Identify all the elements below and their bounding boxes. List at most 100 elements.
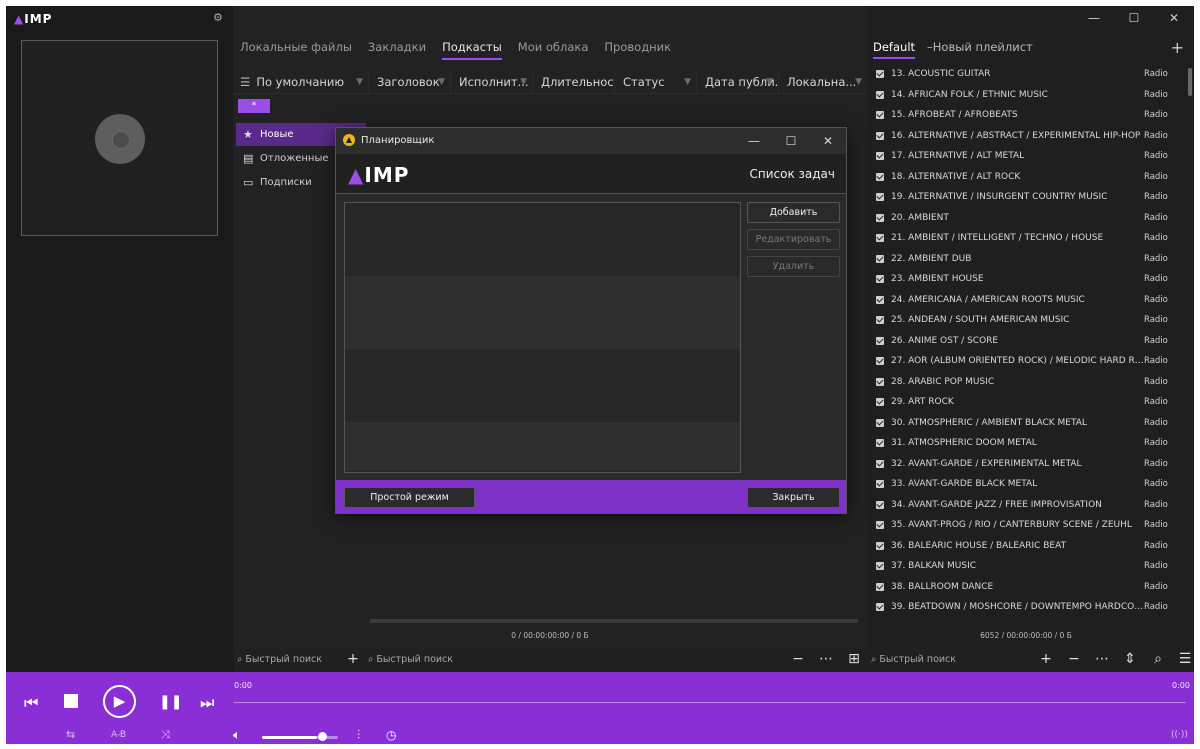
delete-task-button[interactable]: Удалить bbox=[747, 256, 840, 277]
filter-chip[interactable]: * bbox=[238, 99, 270, 113]
maximize-button[interactable]: ☐ bbox=[776, 131, 806, 151]
checkbox-icon[interactable] bbox=[876, 336, 884, 345]
search-input-list[interactable]: ⌕ Быстрый поиск bbox=[368, 654, 453, 665]
checkbox-icon[interactable] bbox=[876, 111, 884, 120]
playlist-item[interactable]: 20. AMBIENT Radio bbox=[867, 208, 1185, 229]
simple-mode-button[interactable]: Простой режим bbox=[344, 487, 475, 508]
grouping-preset-select[interactable]: ☰ По умолчанию ▼ bbox=[233, 69, 369, 94]
checkbox-icon[interactable] bbox=[876, 131, 884, 140]
more-icon[interactable]: ⋯ bbox=[1094, 651, 1110, 667]
playlist-item[interactable]: 23. AMBIENT HOUSE Radio bbox=[867, 269, 1185, 290]
volume-knob[interactable] bbox=[318, 732, 327, 741]
playlist-item[interactable]: 25. ANDEAN / SOUTH AMERICAN MUSIC Radio bbox=[867, 310, 1185, 331]
checkbox-icon[interactable] bbox=[876, 521, 884, 530]
remove-button[interactable]: − bbox=[790, 651, 806, 667]
close-button[interactable]: ✕ bbox=[1154, 6, 1194, 30]
checkbox-icon[interactable] bbox=[876, 234, 884, 243]
checkbox-icon[interactable] bbox=[876, 90, 884, 99]
column-duration[interactable]: Длительность bbox=[533, 69, 615, 94]
column-local[interactable]: Локальна... ▼ bbox=[779, 70, 867, 94]
playlist-item[interactable]: 24. AMERICANA / AMERICAN ROOTS MUSIC Radi… bbox=[867, 290, 1185, 311]
playlist-item[interactable]: 37. BALKAN MUSIC Radio bbox=[867, 556, 1185, 577]
playlist-item[interactable]: 18. ALTERNATIVE / ALT ROCK Radio bbox=[867, 167, 1185, 188]
remove-button[interactable]: − bbox=[1066, 651, 1082, 667]
menu-icon[interactable]: ☰ bbox=[1177, 651, 1193, 667]
playlist-item[interactable]: 39. BEATDOWN / MOSHCORE / DOWNTEMPO HARD… bbox=[867, 597, 1185, 618]
search-input-library[interactable]: ⌕ Быстрый поиск bbox=[237, 654, 322, 665]
checkbox-icon[interactable] bbox=[876, 377, 884, 386]
playlist-item[interactable]: 16. ALTERNATIVE / ABSTRACT / EXPERIMENTA… bbox=[867, 126, 1185, 147]
playlist-item[interactable]: 27. AOR (ALBUM ORIENTED ROCK) / MELODIC … bbox=[867, 351, 1185, 372]
more-icon[interactable]: ⋯ bbox=[818, 651, 834, 667]
column-artist[interactable]: Исполнит... ▼ bbox=[451, 69, 533, 94]
equalizer-icon[interactable]: ⫶ bbox=[357, 728, 360, 743]
playlist-item[interactable]: 15. AFROBEAT / AFROBEATS Radio bbox=[867, 105, 1185, 126]
horizontal-scrollbar[interactable] bbox=[370, 619, 858, 623]
filter-icon[interactable]: ▼ bbox=[438, 70, 445, 94]
maximize-button[interactable]: ☐ bbox=[1114, 6, 1154, 30]
minimize-button[interactable]: — bbox=[739, 131, 769, 151]
playlist-item[interactable]: 21. AMBIENT / INTELLIGENT / TECHNO / HOU… bbox=[867, 228, 1185, 249]
edit-task-button[interactable]: Редактировать bbox=[747, 229, 840, 250]
add-playlist-button[interactable]: + bbox=[1171, 38, 1184, 57]
playlist-item[interactable]: 32. AVANT-GARDE / EXPERIMENTAL METAL Radi… bbox=[867, 454, 1185, 475]
playlist-item[interactable]: 30. ATMOSPHERIC / AMBIENT BLACK METAL Rad… bbox=[867, 413, 1185, 434]
ab-repeat-button[interactable]: A-B bbox=[111, 730, 126, 740]
checkbox-icon[interactable] bbox=[876, 459, 884, 468]
tab-playlist-default[interactable]: Default bbox=[873, 40, 916, 59]
playlist-item[interactable]: 36. BALEARIC HOUSE / BALEARIC BEAT Radio bbox=[867, 536, 1185, 557]
playlist-item[interactable]: 22. AMBIENT DUB Radio bbox=[867, 249, 1185, 270]
next-button[interactable]: ⏭ bbox=[200, 693, 214, 713]
filter-icon[interactable]: ▼ bbox=[855, 70, 862, 94]
playlist-item[interactable]: 35. AVANT-PROG / RIO / CANTERBURY SCENE … bbox=[867, 515, 1185, 536]
tab-explorer[interactable]: Проводник bbox=[604, 40, 671, 60]
filter-icon[interactable]: ▼ bbox=[684, 70, 691, 94]
shuffle-icon[interactable]: ⤨ bbox=[161, 728, 170, 742]
play-button[interactable]: ▶ bbox=[103, 685, 136, 718]
playlist-item[interactable]: 29. ART ROCK Radio bbox=[867, 392, 1185, 413]
checkbox-icon[interactable] bbox=[876, 254, 884, 263]
previous-button[interactable]: ⏮ bbox=[24, 693, 38, 713]
checkbox-icon[interactable] bbox=[876, 439, 884, 448]
tab-bookmarks[interactable]: Закладки bbox=[368, 40, 426, 60]
playlist-item[interactable]: 38. BALLROOM DANCE Radio bbox=[867, 577, 1185, 598]
checkbox-icon[interactable] bbox=[876, 603, 884, 612]
minimize-button[interactable]: — bbox=[1074, 6, 1114, 30]
checkbox-icon[interactable] bbox=[876, 316, 884, 325]
checkbox-icon[interactable] bbox=[876, 357, 884, 366]
column-title[interactable]: Заголовок ▼ bbox=[369, 69, 451, 94]
playlist-item[interactable]: 31. ATMOSPHERIC DOOM METAL Radio bbox=[867, 433, 1185, 454]
checkbox-icon[interactable] bbox=[876, 213, 884, 222]
checkbox-icon[interactable] bbox=[876, 562, 884, 571]
checkbox-icon[interactable] bbox=[876, 541, 884, 550]
pause-button[interactable]: ❚❚ bbox=[159, 694, 182, 710]
playlist-item[interactable]: 13. ACOUSTIC GUITAR Radio bbox=[867, 64, 1185, 85]
checkbox-icon[interactable] bbox=[876, 295, 884, 304]
tab-playlist-new[interactable]: –Новый плейлист bbox=[927, 40, 1033, 59]
column-status[interactable]: Статус ▼ bbox=[615, 69, 697, 94]
checkbox-icon[interactable] bbox=[876, 418, 884, 427]
filter-icon[interactable]: ▼ bbox=[766, 70, 773, 94]
sort-icon[interactable]: ⇕ bbox=[1122, 651, 1138, 667]
search-input-playlist[interactable]: ⌕ Быстрый поиск bbox=[871, 654, 956, 665]
checkbox-icon[interactable] bbox=[876, 275, 884, 284]
filter-icon[interactable]: ▼ bbox=[520, 70, 527, 94]
checkbox-icon[interactable] bbox=[876, 70, 884, 79]
playlist-item[interactable]: 28. ARABIC POP MUSIC Radio bbox=[867, 372, 1185, 393]
close-button[interactable]: ✕ bbox=[813, 131, 843, 151]
playlist-item[interactable]: 17. ALTERNATIVE / ALT METAL Radio bbox=[867, 146, 1185, 167]
playlist-scrollbar[interactable] bbox=[1188, 68, 1192, 96]
search-icon[interactable]: ⌕ bbox=[1150, 651, 1166, 667]
broadcast-icon[interactable]: ((·)) bbox=[1171, 730, 1188, 740]
add-button[interactable]: + bbox=[1038, 651, 1054, 667]
grid-icon[interactable]: ⊞ bbox=[846, 651, 862, 667]
checkbox-icon[interactable] bbox=[876, 172, 884, 181]
repeat-icon[interactable]: ⇆ bbox=[66, 728, 75, 741]
task-list[interactable] bbox=[344, 202, 741, 473]
playlist-item[interactable]: 33. AVANT-GARDE BLACK METAL Radio bbox=[867, 474, 1185, 495]
tab-podcasts[interactable]: Подкасты bbox=[442, 40, 502, 60]
checkbox-icon[interactable] bbox=[876, 193, 884, 202]
stop-button[interactable] bbox=[64, 694, 78, 708]
playlist-item[interactable]: 19. ALTERNATIVE / INSURGENT COUNTRY MUSI… bbox=[867, 187, 1185, 208]
playlist-item[interactable]: 26. ANIME OST / SCORE Radio bbox=[867, 331, 1185, 352]
